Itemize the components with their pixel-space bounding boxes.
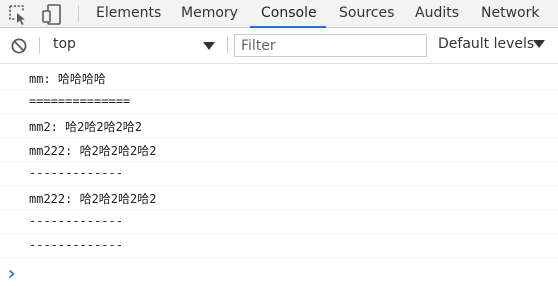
devtools-panel: Elements Memory Console Sources Audits N…	[0, 0, 558, 286]
message-text: mm: 哈哈哈哈	[29, 72, 106, 86]
console-message: mm222: 哈2哈2哈2哈2	[0, 138, 558, 162]
console-message: mm2: 哈2哈2哈2哈2	[0, 114, 558, 138]
filter-input[interactable]	[234, 34, 427, 57]
tab-elements[interactable]: Elements	[96, 0, 161, 28]
inspect-element-icon[interactable]	[6, 2, 30, 26]
tab-audits[interactable]: Audits	[415, 0, 459, 28]
message-text: ==============	[29, 94, 131, 108]
message-text: mm222: 哈2哈2哈2哈2	[29, 144, 157, 158]
console-message: -------------	[0, 234, 558, 258]
console-message: -------------	[0, 210, 558, 234]
console-toolbar: top Default levels	[0, 28, 558, 64]
message-text: -------------	[29, 238, 123, 252]
message-text: -------------	[29, 166, 123, 180]
console-message: ==============	[0, 90, 558, 114]
toolbar-separator	[227, 37, 228, 54]
clear-console-icon[interactable]	[9, 36, 29, 56]
chevron-down-icon	[203, 42, 215, 50]
device-toolbar-icon[interactable]	[40, 2, 64, 26]
console-message: -------------	[0, 162, 558, 186]
tab-network[interactable]: Network	[481, 0, 539, 28]
log-levels-dropdown[interactable]: Default levels	[432, 34, 550, 56]
console-message: mm: 哈哈哈哈	[0, 66, 558, 90]
log-levels-label: Default levels	[438, 36, 535, 52]
context-value: top	[53, 36, 76, 52]
chevron-down-icon	[533, 40, 545, 48]
chevron-right-icon	[7, 264, 17, 279]
console-message: mm222: 哈2哈2哈2哈2	[0, 186, 558, 210]
toolbar-separator	[78, 5, 79, 22]
console-prompt[interactable]	[0, 258, 558, 282]
message-text: -------------	[29, 214, 123, 228]
toolbar-separator	[39, 37, 40, 54]
message-text: mm222: 哈2哈2哈2哈2	[29, 192, 157, 206]
message-text: mm2: 哈2哈2哈2哈2	[29, 120, 143, 134]
context-selector[interactable]: top	[47, 34, 221, 56]
console-messages: mm: 哈哈哈哈 ============== mm2: 哈2哈2哈2哈2 mm…	[0, 66, 558, 282]
tab-sources[interactable]: Sources	[339, 0, 394, 28]
tab-bar: Elements Memory Console Sources Audits N…	[0, 0, 558, 28]
tab-memory[interactable]: Memory	[181, 0, 238, 28]
tab-console[interactable]: Console	[261, 0, 317, 28]
